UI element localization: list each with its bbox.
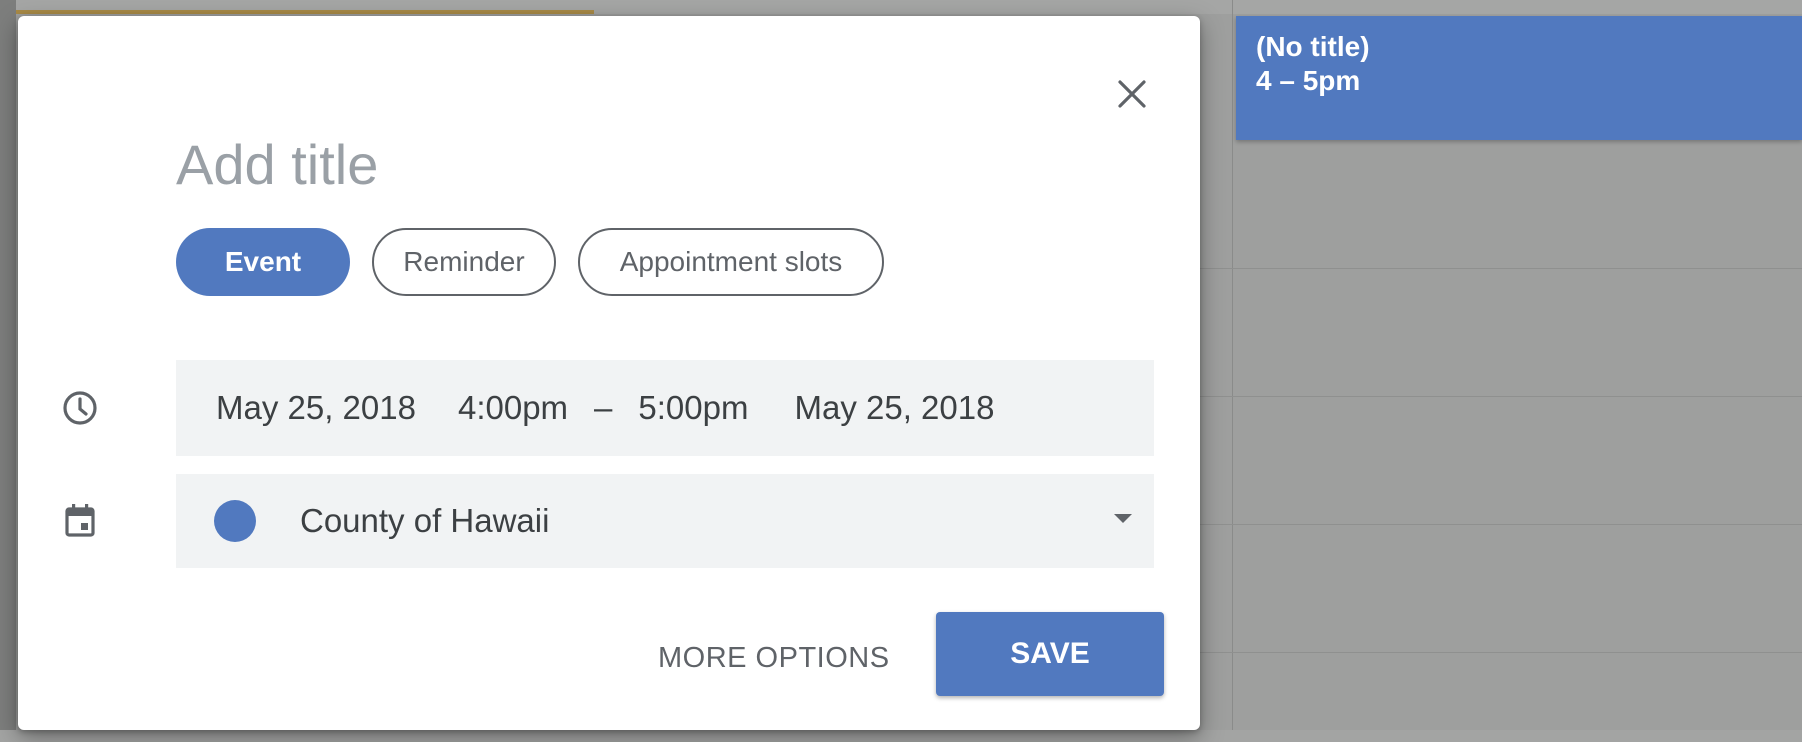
end-time[interactable]: 5:00pm (638, 389, 748, 427)
tab-appointment-slots[interactable]: Appointment slots (578, 228, 884, 296)
tab-event[interactable]: Event (176, 228, 350, 296)
hour-gridline (1200, 396, 1802, 397)
event-chip-time: 4 – 5pm (1256, 65, 1361, 96)
bottom-band (0, 730, 1802, 742)
start-time[interactable]: 4:00pm (458, 389, 568, 427)
event-type-tabs: Event Reminder Appointment slots (176, 228, 884, 296)
close-button[interactable] (1108, 70, 1156, 118)
end-date[interactable]: May 25, 2018 (794, 389, 994, 427)
event-chip-title: (No title) (1256, 31, 1370, 62)
time-separator: – (594, 389, 613, 426)
hour-gridline (1200, 652, 1802, 653)
calendar-color-dot (214, 500, 256, 542)
clock-icon (60, 388, 100, 428)
quick-event-dialog: Event Reminder Appointment slots May 25,… (18, 16, 1200, 730)
date-time-row: May 25, 2018 4:00pm – 5:00pm May 25, 201… (176, 360, 1154, 456)
accent-line (14, 10, 594, 14)
calendar-name: County of Hawaii (300, 502, 550, 539)
event-chip[interactable]: (No title) 4 – 5pm (1236, 16, 1802, 140)
more-options-button[interactable]: MORE OPTIONS (658, 642, 890, 682)
hour-gridline (1200, 524, 1802, 525)
tab-reminder[interactable]: Reminder (372, 228, 556, 296)
calendar-icon (60, 500, 100, 540)
dropdown-caret-icon (1114, 514, 1132, 523)
title-input[interactable] (176, 128, 1076, 200)
calendar-select[interactable]: County of Hawaii (176, 474, 1154, 568)
save-button[interactable]: SAVE (936, 612, 1164, 696)
hour-gridline (1200, 268, 1802, 269)
left-edge (0, 0, 16, 742)
column-divider (1232, 0, 1233, 742)
close-icon (1118, 80, 1146, 108)
start-date[interactable]: May 25, 2018 (216, 389, 416, 427)
